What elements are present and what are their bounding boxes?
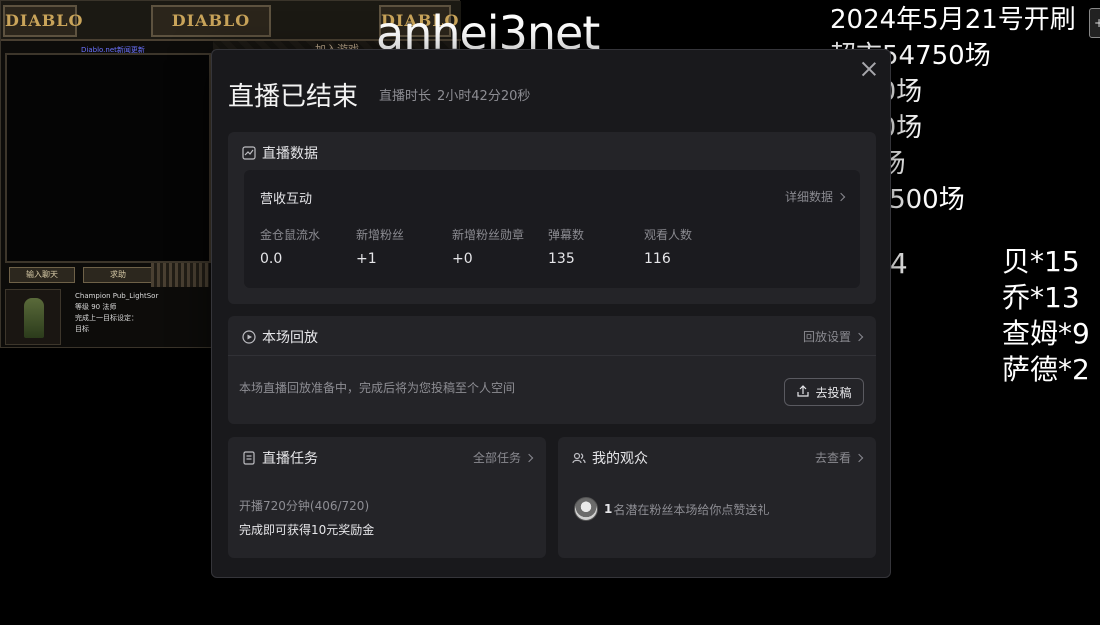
detail-data-link[interactable]: 详细数据 xyxy=(785,188,846,205)
upload-button[interactable]: 去投稿 xyxy=(784,378,864,406)
document-icon xyxy=(242,451,256,465)
task-reward: 完成即可获得10元奖励金 xyxy=(239,523,375,537)
task-header: 直播任务 xyxy=(242,448,318,468)
chart-icon xyxy=(242,146,256,160)
all-tasks-link[interactable]: 全部任务 xyxy=(473,449,534,466)
potential-fans-row: 1 名潜在粉丝本场给你点赞送礼 xyxy=(574,497,769,521)
upload-icon xyxy=(796,384,810,401)
audience-header: 我的观众 xyxy=(572,448,648,468)
metric-gold-hamster: 金仓鼠流水 0.0 xyxy=(260,228,321,267)
potential-fans-message: 名潜在粉丝本场给你点赞送礼 xyxy=(613,502,770,517)
rune-column: 贝*15 乔*13 查姆*9 萨德*2 xyxy=(1002,244,1090,388)
duration-value: 2小时42分20秒 xyxy=(437,89,531,104)
rune-line: 乔*13 xyxy=(1002,281,1080,314)
metric-new-badges: 新增粉丝勋章 +0 xyxy=(452,228,525,267)
character-portrait xyxy=(5,289,61,345)
metric-danmaku: 弹幕数 135 xyxy=(548,228,585,267)
character-info: Champion Pub_LightSor 等级 90 法师 完成上一目标设定：… xyxy=(75,292,159,333)
avatar[interactable] xyxy=(574,497,598,521)
live-data-title: 直播数据 xyxy=(262,146,318,162)
live-ended-dialog: 直播已结束 直播时长 2小时42分20秒 直播数据 营收互动 详细数据 金仓鼠流水… xyxy=(211,49,891,578)
revenue-panel: 营收互动 详细数据 金仓鼠流水 0.0 新增粉丝 +1 新增粉丝勋章 +0 弹幕… xyxy=(244,170,860,288)
metric-new-fans: 新增粉丝 +1 xyxy=(356,228,405,267)
chevron-right-icon xyxy=(854,332,864,341)
view-audience-link[interactable]: 去查看 xyxy=(815,449,864,466)
task-progress: 开播720分钟(406/720) xyxy=(239,499,370,513)
users-icon xyxy=(572,451,586,465)
live-duration: 直播时长 2小时42分20秒 xyxy=(379,85,530,104)
play-circle-icon xyxy=(242,330,256,344)
replay-title: 本场回放 xyxy=(262,330,318,346)
metric-viewers: 观看人数 116 xyxy=(644,228,693,267)
duration-label: 直播时长 xyxy=(379,89,432,104)
game-tab-chat[interactable]: 输入聊天 xyxy=(9,267,75,283)
game-logo: DIABLO xyxy=(3,5,82,37)
rune-line: 贝*15 xyxy=(1002,245,1080,278)
rune-line: 萨德*2 xyxy=(1002,353,1090,386)
potential-fans-count: 1 xyxy=(604,502,613,516)
live-data-header: 直播数据 xyxy=(242,143,318,163)
replay-message: 本场直播回放准备中，完成后将为您投稿至个人空间 xyxy=(239,381,516,395)
corner-button[interactable]: + xyxy=(1089,8,1100,38)
game-chat-frame xyxy=(5,53,211,263)
replay-settings-link[interactable]: 回放设置 xyxy=(803,328,864,345)
live-task-card: 直播任务 全部任务 开播720分钟(406/720) 完成即可获得10元奖励金 xyxy=(228,437,546,558)
rune-line: 查姆*9 xyxy=(1002,317,1090,350)
revenue-title: 营收互动 xyxy=(260,192,313,207)
replay-header: 本场回放 xyxy=(242,327,318,347)
chevron-right-icon xyxy=(836,192,846,201)
dialog-title: 直播已结束 xyxy=(228,82,359,112)
game-logo-center: DIABLO xyxy=(151,5,271,37)
close-icon[interactable] xyxy=(858,58,880,80)
chevron-right-icon xyxy=(524,453,534,462)
game-ornament xyxy=(151,263,209,287)
live-data-card: 直播数据 营收互动 详细数据 金仓鼠流水 0.0 新增粉丝 +1 新增粉丝勋章 … xyxy=(228,132,876,304)
stat-line: 2024年5月21号开刷 xyxy=(830,5,1076,35)
replay-card: 本场回放 回放设置 本场直播回放准备中，完成后将为您投稿至个人空间 去投稿 xyxy=(228,316,876,424)
task-title: 直播任务 xyxy=(262,451,318,467)
game-tab-help[interactable]: 求助 xyxy=(83,267,153,283)
chevron-right-icon xyxy=(854,453,864,462)
divider xyxy=(228,355,876,356)
audience-card: 我的观众 去查看 1 名潜在粉丝本场给你点赞送礼 xyxy=(558,437,876,558)
audience-title: 我的观众 xyxy=(592,451,648,467)
